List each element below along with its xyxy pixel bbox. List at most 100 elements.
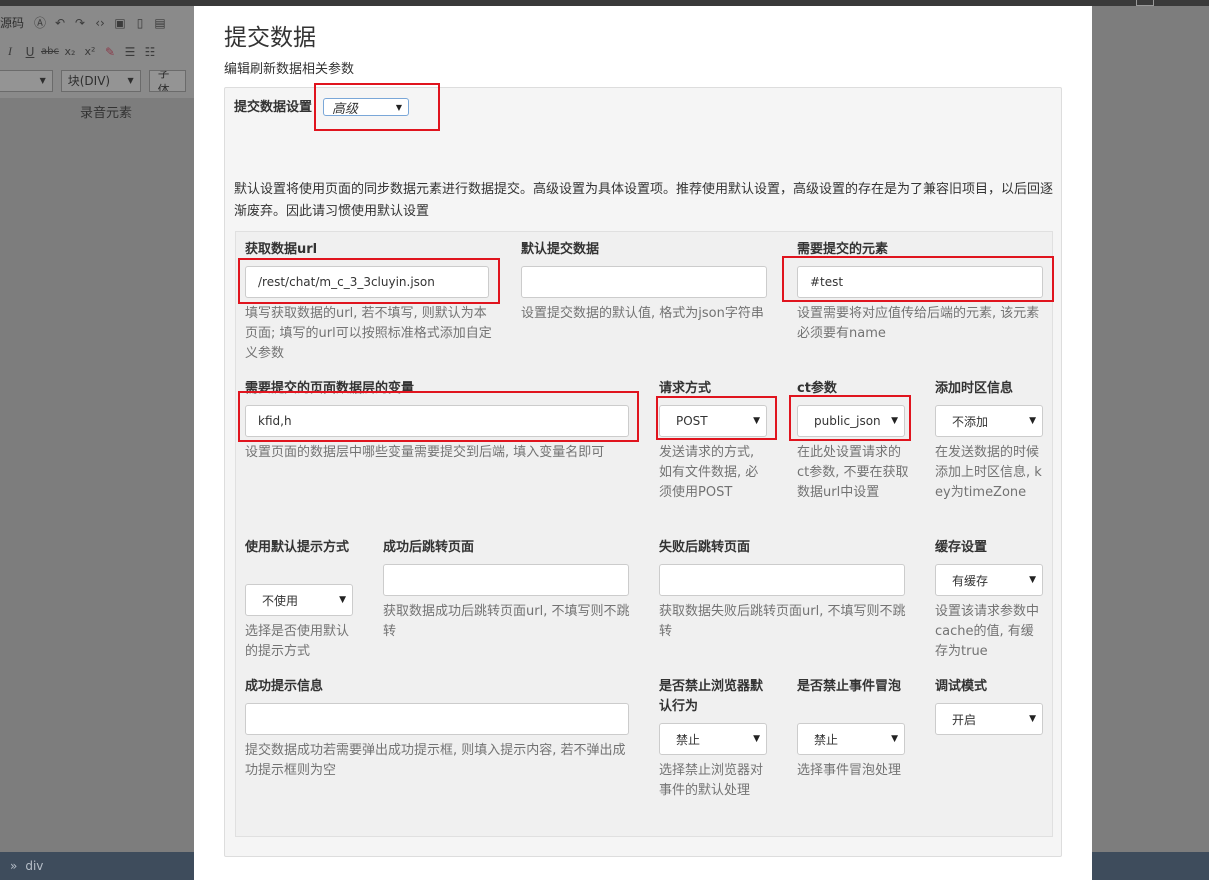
dialog-subtitle: 编辑刷新数据相关参数 — [224, 62, 355, 77]
variables-help: 设置页面的数据层中哪些变量需要提交到后端, 填入变量名即可 — [245, 445, 605, 460]
success-message-label: 成功提示信息 — [245, 679, 324, 694]
dialog-title: 提交数据 — [224, 25, 316, 51]
template-icon[interactable]: ▤ — [150, 16, 170, 30]
element-path[interactable]: div — [25, 859, 43, 873]
submit-data-dialog: 提交数据 编辑刷新数据相关参数 提交数据设置 高级 ▼ 默认设置将使用页面的同步… — [194, 6, 1092, 880]
timezone-help: 在发送数据的时候添加上时区信息, key为timeZone — [935, 445, 1042, 500]
fail-redirect-help: 获取数据失败后跳转页面url, 不填写则不跳转 — [659, 604, 906, 639]
method-label: 请求方式 — [659, 381, 712, 396]
clear-format-icon[interactable]: ✎ — [100, 45, 120, 59]
chevron-down-icon: ▼ — [753, 416, 760, 426]
code-icon[interactable]: ‹› — [90, 16, 110, 30]
default-data-label: 默认提交数据 — [521, 242, 600, 257]
chevron-down-icon: ▼ — [39, 76, 46, 85]
undo-icon[interactable]: ↶ — [50, 16, 70, 30]
fetch-url-label: 获取数据url — [245, 242, 318, 257]
status-separator: » — [10, 859, 18, 873]
timezone-select[interactable]: 不添加 ▼ — [935, 405, 1043, 437]
toolbar-row-2: I U abc x₂ x² ✎ ☰ ☷ — [0, 37, 194, 66]
toolbar-row-3: ▼ 块(DIV) ▼ 字体 — [0, 66, 194, 95]
strikethrough-icon[interactable]: abc — [40, 46, 60, 57]
stop-propagation-select-value: 禁止 — [814, 732, 839, 747]
prevent-default-label: 是否禁止浏览器默认行为 — [659, 679, 764, 714]
toolbar-row-1: 源码 Ⓐ ↶ ↷ ‹› ▣ ▯ ▤ — [0, 8, 194, 37]
format-select[interactable]: 块(DIV) ▼ — [60, 69, 141, 92]
source-button[interactable]: 源码 — [0, 14, 24, 31]
cache-select-value: 有缓存 — [952, 573, 989, 588]
chevron-down-icon: ▼ — [395, 102, 402, 112]
debug-select[interactable]: 开启 ▼ — [935, 703, 1043, 735]
font-select[interactable]: 字体 — [148, 69, 186, 92]
settings-description: 默认设置将使用页面的同步数据元素进行数据提交。高级设置为具体设置项。推荐使用默认… — [234, 182, 1054, 219]
timezone-select-value: 不添加 — [952, 414, 989, 429]
settings-label: 提交数据设置 — [234, 100, 313, 115]
settings-panel: 提交数据设置 高级 ▼ 默认设置将使用页面的同步数据元素进行数据提交。高级设置为… — [224, 87, 1062, 857]
debug-label: 调试模式 — [935, 679, 988, 694]
style-select[interactable]: ▼ — [0, 69, 53, 92]
cache-help: 设置该请求参数中cache的值, 有缓存为true — [935, 604, 1040, 659]
variables-input[interactable] — [245, 405, 629, 437]
spellcheck-icon[interactable]: Ⓐ — [30, 14, 50, 31]
redo-icon[interactable]: ↷ — [70, 16, 90, 30]
superscript-icon[interactable]: x² — [80, 45, 100, 58]
debug-select-value: 开启 — [952, 712, 977, 727]
timezone-label: 添加时区信息 — [935, 381, 1014, 396]
default-prompt-label: 使用默认提示方式 — [245, 540, 350, 555]
default-data-input[interactable] — [521, 266, 767, 298]
chevron-down-icon: ▼ — [127, 76, 134, 85]
advanced-settings-group: 获取数据url 填写获取数据的url, 若不填写, 则默认为本页面; 填写的ur… — [235, 231, 1053, 837]
chevron-down-icon: ▼ — [339, 595, 346, 605]
italic-icon[interactable]: I — [0, 44, 20, 59]
save-icon[interactable]: ▣ — [110, 16, 130, 30]
prevent-default-select[interactable]: 禁止 ▼ — [659, 723, 767, 755]
default-prompt-help: 选择是否使用默认的提示方式 — [245, 624, 350, 659]
stop-propagation-select[interactable]: 禁止 ▼ — [797, 723, 905, 755]
ct-param-select-value: public_json — [814, 414, 880, 428]
fetch-url-help: 填写获取数据的url, 若不填写, 则默认为本页面; 填写的url可以按照标准格… — [245, 306, 492, 361]
method-help: 发送请求的方式, 如有文件数据, 必须使用POST — [659, 445, 759, 500]
subscript-icon[interactable]: x₂ — [60, 45, 80, 58]
prevent-default-select-value: 禁止 — [676, 732, 701, 747]
chevron-down-icon: ▼ — [753, 734, 760, 744]
chevron-down-icon: ▼ — [1029, 575, 1036, 585]
default-prompt-select-value: 不使用 — [262, 593, 299, 608]
ct-param-help: 在此处设置请求的ct参数, 不要在获取数据url中设置 — [797, 445, 909, 500]
method-select-value: POST — [676, 414, 708, 428]
cache-label: 缓存设置 — [935, 540, 988, 555]
elements-help: 设置需要将对应值传给后端的元素, 该元素必须要有name — [797, 306, 1040, 341]
success-message-help: 提交数据成功若需要弹出成功提示框, 则填入提示内容, 若不弹出成功提示框则为空 — [245, 743, 626, 778]
default-data-help: 设置提交数据的默认值, 格式为json字符串 — [521, 306, 764, 321]
ordered-list-icon[interactable]: ☰ — [120, 45, 140, 59]
success-redirect-help: 获取数据成功后跳转页面url, 不填写则不跳转 — [383, 604, 630, 639]
background-right-area — [1092, 6, 1209, 852]
chevron-down-icon: ▼ — [1029, 714, 1036, 724]
stop-propagation-label: 是否禁止事件冒泡 — [797, 679, 902, 694]
format-select-value: 块(DIV) — [67, 74, 111, 88]
settings-select-value: 高级 — [332, 101, 359, 117]
ct-param-label: ct参数 — [797, 381, 837, 396]
elements-input[interactable] — [797, 266, 1043, 298]
new-page-icon[interactable]: ▯ — [130, 16, 150, 30]
ct-param-select[interactable]: public_json ▼ — [797, 405, 905, 437]
success-redirect-label: 成功后跳转页面 — [383, 540, 475, 555]
method-select[interactable]: POST ▼ — [659, 405, 767, 437]
underline-icon[interactable]: U — [20, 45, 40, 59]
success-message-input[interactable] — [245, 703, 629, 735]
chevron-down-icon: ▼ — [891, 416, 898, 426]
stop-propagation-help: 选择事件冒泡处理 — [797, 763, 902, 778]
chevron-down-icon: ▼ — [891, 734, 898, 744]
elements-label: 需要提交的元素 — [797, 242, 889, 257]
prevent-default-help: 选择禁止浏览器对事件的默认处理 — [659, 763, 764, 798]
fail-redirect-label: 失败后跳转页面 — [659, 540, 751, 555]
font-select-value: 字体 — [157, 69, 170, 92]
chevron-down-icon: ▼ — [1029, 416, 1036, 426]
settings-select[interactable]: 高级 ▼ — [323, 98, 409, 117]
editor-canvas-label: 录音元素 — [80, 106, 133, 121]
fetch-url-input[interactable] — [245, 266, 489, 298]
unordered-list-icon[interactable]: ☷ — [140, 45, 160, 59]
cache-select[interactable]: 有缓存 ▼ — [935, 564, 1043, 596]
success-redirect-input[interactable] — [383, 564, 629, 596]
fail-redirect-input[interactable] — [659, 564, 905, 596]
default-prompt-select[interactable]: 不使用 ▼ — [245, 584, 353, 616]
variables-label: 需要提交的页面数据层的变量 — [245, 381, 415, 396]
